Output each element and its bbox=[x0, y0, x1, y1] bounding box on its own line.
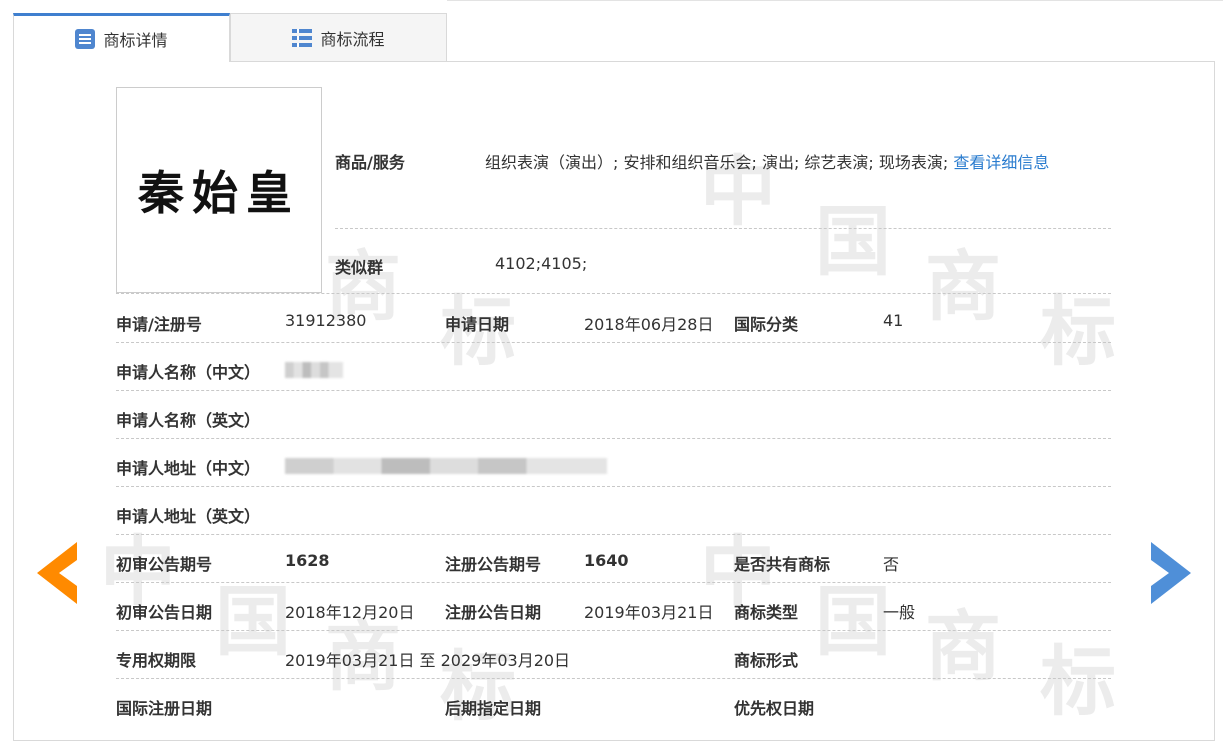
shared-mark-label: 是否共有商标 bbox=[734, 555, 831, 574]
apply-date-value: 2018年06月28日 bbox=[584, 315, 714, 334]
tab-trademark-details[interactable]: 商标详情 bbox=[13, 13, 230, 62]
next-arrow-icon[interactable] bbox=[1151, 542, 1191, 604]
document-list-icon bbox=[75, 29, 96, 49]
reg-pub-no-value: 1640 bbox=[584, 551, 629, 570]
similar-group-label: 类似群 bbox=[335, 258, 384, 277]
tab-label: 商标详情 bbox=[103, 31, 168, 50]
exclusive-period-label: 专用权期限 bbox=[116, 651, 197, 670]
watermark: 国 bbox=[815, 577, 891, 666]
reg-no-value: 31912380 bbox=[285, 311, 367, 330]
exclusive-period-value: 2019年03月21日 至 2029年03月20日 bbox=[285, 651, 571, 670]
watermark: 国 bbox=[815, 197, 891, 286]
list-icon bbox=[292, 28, 313, 48]
mark-form-label: 商标形式 bbox=[734, 651, 799, 670]
prelim-no-label: 初审公告期号 bbox=[116, 555, 213, 574]
watermark: 标 bbox=[1040, 637, 1116, 726]
applicant-en-label: 申请人名称（英文） bbox=[116, 411, 261, 430]
address-cn-label: 申请人地址（中文） bbox=[116, 459, 261, 478]
next-arrow-shape bbox=[1151, 542, 1191, 604]
divider bbox=[116, 630, 1111, 631]
watermark: 标 bbox=[1040, 287, 1116, 376]
applicant-cn-value-redacted bbox=[285, 359, 343, 378]
view-details-link[interactable]: 查看详细信息 bbox=[953, 153, 1049, 172]
reg-pub-date-label: 注册公告日期 bbox=[445, 603, 542, 622]
goods-services-text: 组织表演（演出）; 安排和组织音乐会; 演出; 综艺表演; 现场表演; bbox=[485, 153, 949, 172]
reg-no-label: 申请/注册号 bbox=[116, 315, 202, 334]
divider bbox=[116, 342, 1111, 343]
watermark: 中 bbox=[700, 147, 776, 236]
divider bbox=[116, 293, 1111, 294]
priority-date-label: 优先权日期 bbox=[734, 699, 815, 718]
later-designation-label: 后期指定日期 bbox=[445, 699, 542, 718]
divider bbox=[116, 438, 1111, 439]
trademark-image: 秦始皇 bbox=[116, 87, 322, 293]
shared-mark-value: 否 bbox=[883, 555, 900, 574]
divider bbox=[116, 390, 1111, 391]
mark-type-label: 商标类型 bbox=[734, 603, 799, 622]
trademark-image-text: 秦始皇 bbox=[138, 166, 300, 220]
divider bbox=[335, 228, 1111, 229]
reg-pub-date-value: 2019年03月21日 bbox=[584, 603, 714, 622]
intl-class-label: 国际分类 bbox=[734, 315, 799, 334]
divider bbox=[116, 582, 1111, 583]
apply-date-label: 申请日期 bbox=[445, 315, 510, 334]
address-en-label: 申请人地址（英文） bbox=[116, 507, 261, 526]
previous-arrow-shape bbox=[37, 542, 77, 604]
prelim-date-value: 2018年12月20日 bbox=[285, 603, 415, 622]
goods-services-value: 组织表演（演出）; 安排和组织音乐会; 演出; 综艺表演; 现场表演; 查看详细… bbox=[485, 149, 1049, 173]
similar-group-value: 4102;4105; bbox=[495, 254, 588, 273]
prelim-no-value: 1628 bbox=[285, 551, 330, 570]
reg-pub-no-label: 注册公告期号 bbox=[445, 555, 542, 574]
tab-label: 商标流程 bbox=[320, 29, 385, 49]
tab-trademark-process[interactable]: 商标流程 bbox=[230, 13, 447, 61]
prelim-date-label: 初审公告日期 bbox=[116, 603, 213, 622]
mark-type-value: 一般 bbox=[883, 603, 916, 622]
watermark: 国 bbox=[215, 577, 291, 666]
divider bbox=[116, 678, 1111, 679]
previous-arrow-icon[interactable] bbox=[37, 542, 77, 604]
intl-reg-date-label: 国际注册日期 bbox=[116, 699, 213, 718]
applicant-cn-label: 申请人名称（中文） bbox=[116, 363, 261, 382]
intl-class-value: 41 bbox=[883, 311, 904, 330]
goods-services-label: 商品/服务 bbox=[335, 153, 405, 172]
address-cn-value-redacted bbox=[285, 455, 607, 474]
divider bbox=[116, 534, 1111, 535]
tab-bar: 商标详情 商标流程 bbox=[0, 0, 1223, 62]
divider bbox=[116, 486, 1111, 487]
tab-bar-divider bbox=[447, 0, 1223, 1]
watermark: 商 bbox=[925, 242, 1001, 331]
